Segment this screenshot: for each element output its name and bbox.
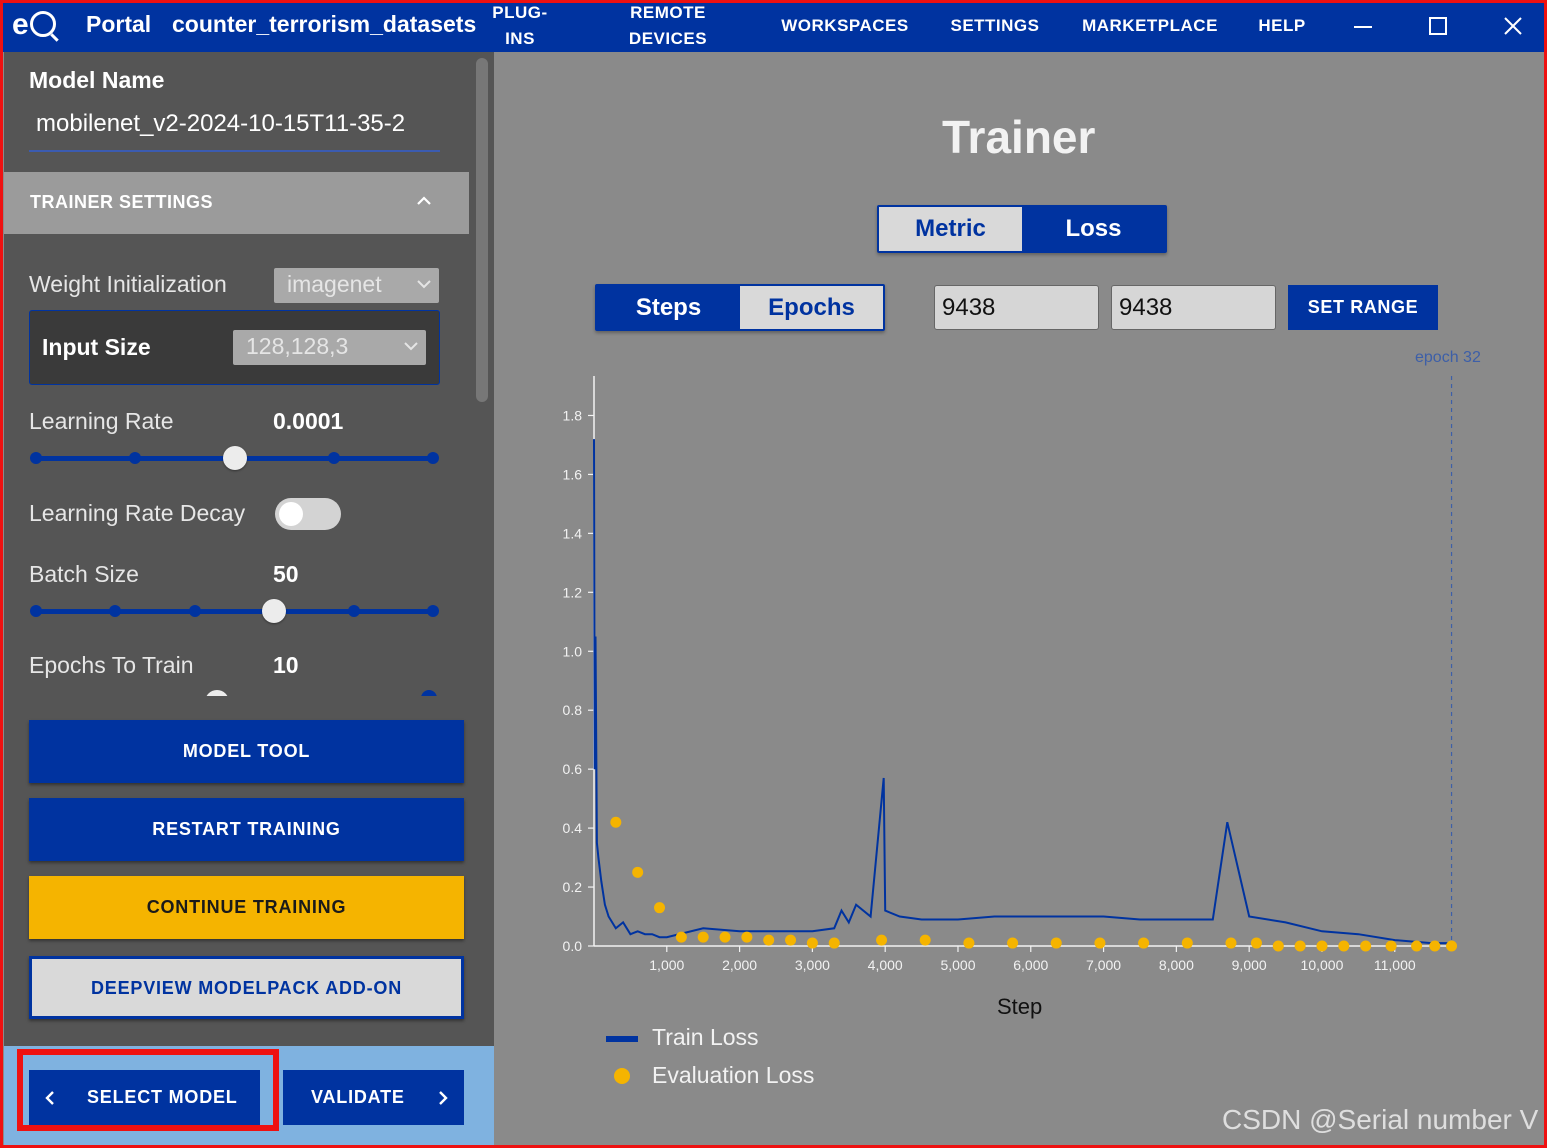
y-tick-label: 1.6 xyxy=(563,466,583,482)
eval-loss-point xyxy=(806,937,818,949)
eval-loss-point xyxy=(719,931,731,943)
eval-loss-point xyxy=(654,902,666,914)
x-tick-label: 7,000 xyxy=(1086,957,1121,973)
eval-loss-point xyxy=(1360,940,1372,952)
eval-loss-point xyxy=(741,931,753,943)
y-tick-label: 0.8 xyxy=(563,702,583,718)
eval-loss-point xyxy=(1050,937,1062,949)
eval-loss-point xyxy=(632,866,644,878)
eval-loss-point xyxy=(828,937,840,949)
y-tick-label: 0.4 xyxy=(563,820,583,836)
x-tick-label: 8,000 xyxy=(1159,957,1194,973)
eval-loss-point xyxy=(1385,940,1397,952)
eval-loss-point xyxy=(675,931,687,943)
eval-loss-point xyxy=(1316,940,1328,952)
eval-loss-point xyxy=(697,931,709,943)
eval-loss-point xyxy=(785,934,797,946)
train-loss-line xyxy=(593,439,1452,945)
y-tick-label: 1.2 xyxy=(563,584,583,600)
x-tick-label: 5,000 xyxy=(940,957,975,973)
x-tick-label: 4,000 xyxy=(868,957,903,973)
eval-loss-point xyxy=(1411,940,1423,952)
eval-loss-point xyxy=(919,934,931,946)
x-tick-label: 1,000 xyxy=(649,957,684,973)
eval-loss-point xyxy=(963,937,975,949)
legend-train-swatch xyxy=(606,1036,638,1042)
x-axis-label: Step xyxy=(997,994,1043,1019)
eval-loss-point xyxy=(1429,940,1441,952)
y-tick-label: 0.0 xyxy=(563,938,583,954)
x-tick-label: 3,000 xyxy=(795,957,830,973)
eval-loss-point xyxy=(763,934,775,946)
eval-loss-point xyxy=(1225,937,1237,949)
eval-loss-point xyxy=(1272,940,1284,952)
legend-eval-swatch xyxy=(614,1068,630,1084)
eval-loss-point xyxy=(1181,937,1193,949)
eval-loss-point xyxy=(1338,940,1350,952)
y-tick-label: 0.6 xyxy=(563,761,583,777)
eval-loss-point xyxy=(1446,940,1458,952)
x-tick-label: 2,000 xyxy=(722,957,757,973)
legend-train-label: Train Loss xyxy=(652,1024,759,1050)
x-tick-label: 9,000 xyxy=(1232,957,1267,973)
eval-loss-point xyxy=(1250,937,1262,949)
x-tick-label: 10,000 xyxy=(1301,957,1344,973)
eval-loss-point xyxy=(1138,937,1150,949)
y-tick-label: 1.0 xyxy=(563,643,583,659)
y-tick-label: 0.2 xyxy=(563,879,583,895)
y-tick-label: 1.4 xyxy=(563,525,583,541)
eval-loss-point xyxy=(610,816,622,828)
watermark: CSDN @Serial number V xyxy=(1222,1104,1539,1135)
x-tick-label: 6,000 xyxy=(1013,957,1048,973)
eval-loss-point xyxy=(1294,940,1306,952)
eval-loss-point xyxy=(876,934,888,946)
x-tick-label: 11,000 xyxy=(1374,957,1416,973)
eval-loss-point xyxy=(1094,937,1106,949)
y-tick-label: 1.8 xyxy=(563,407,583,423)
loss-chart: 0.0 0.2 0.4 0.6 0.8 1.0 1.2 1.4 1.6 1.8 1,000 2,000… xyxy=(563,376,1458,973)
legend-eval-label: Evaluation Loss xyxy=(652,1062,815,1088)
eval-loss-point xyxy=(1007,937,1019,949)
